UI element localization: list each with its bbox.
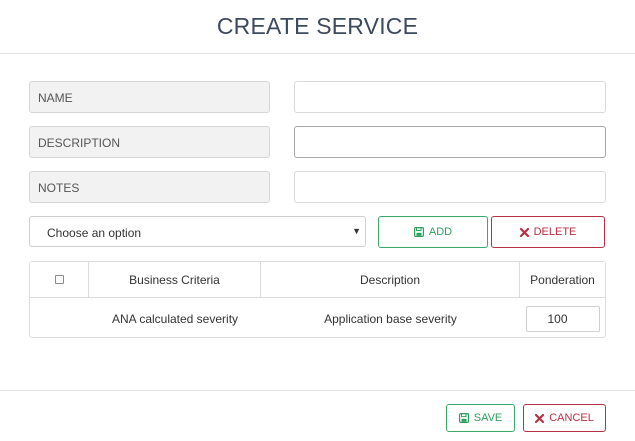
save-button[interactable]: SAVE <box>446 404 515 432</box>
delete-button-label: DELETE <box>533 226 577 238</box>
notes-input[interactable] <box>294 171 606 203</box>
save-icon <box>413 227 424 237</box>
caret-down-icon: ▼ <box>352 226 361 236</box>
save-icon <box>458 413 469 423</box>
header-ponderation: Ponderation <box>520 262 605 298</box>
select-all-checkbox[interactable] <box>54 275 64 284</box>
add-button-label: ADD <box>428 226 453 238</box>
cancel-button-label: CANCEL <box>549 412 594 424</box>
criteria-select-value: Choose an option <box>47 226 142 240</box>
header-description: Description <box>261 262 520 298</box>
name-input[interactable] <box>294 81 606 113</box>
description-input[interactable] <box>294 126 606 158</box>
footer-divider <box>0 390 635 391</box>
select-all-header <box>30 262 89 298</box>
add-button[interactable]: ADD <box>378 216 488 248</box>
close-icon <box>519 227 529 237</box>
dialog-title: CREATE SERVICE <box>216 13 419 39</box>
cell-business-criteria: ANA calculated severity <box>111 311 239 326</box>
criteria-table: Business Criteria Description Ponderatio… <box>29 261 606 338</box>
name-label: NAME <box>29 81 270 113</box>
delete-button[interactable]: DELETE <box>491 216 605 248</box>
close-icon <box>535 413 545 423</box>
cell-description: Application base severity <box>324 311 457 326</box>
header-business-criteria: Business Criteria <box>89 262 261 298</box>
criteria-select[interactable]: Choose an option ▼ <box>29 216 366 247</box>
save-button-label: SAVE <box>473 412 503 424</box>
notes-label: NOTES <box>29 171 270 203</box>
cancel-button[interactable]: CANCEL <box>523 404 606 432</box>
ponderation-input[interactable]: 100 <box>525 305 600 332</box>
description-label: DESCRIPTION <box>29 126 270 158</box>
modal-header: CREATE SERVICE <box>0 0 635 54</box>
cell-ponderation: 100 <box>520 299 605 338</box>
